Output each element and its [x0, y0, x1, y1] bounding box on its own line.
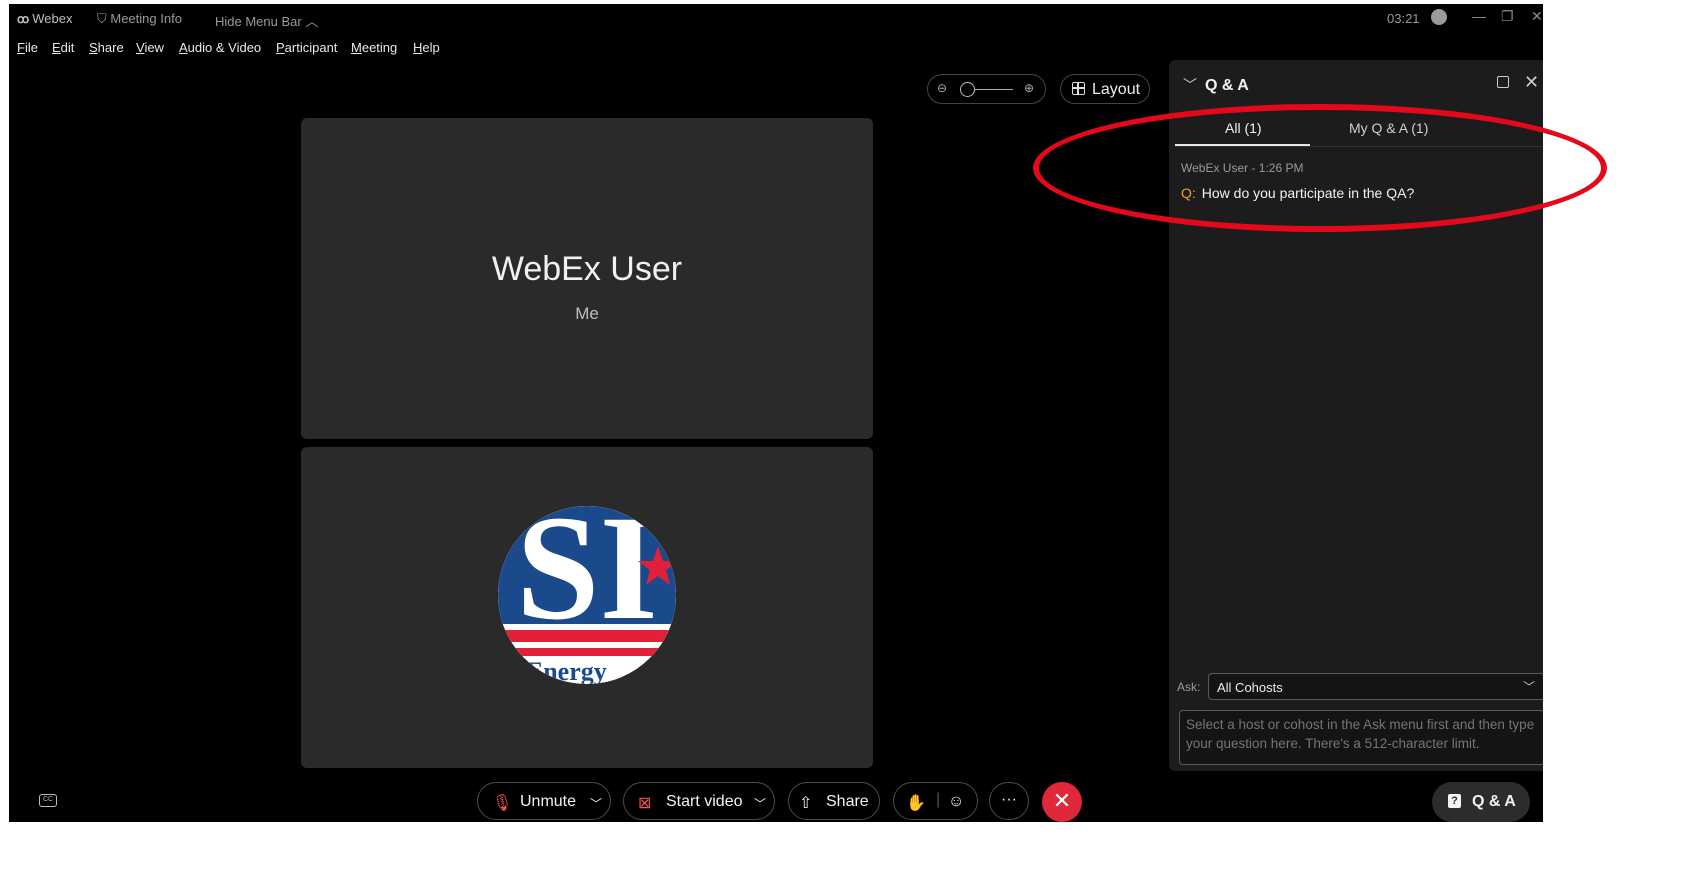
title-bar: ꝏ Webex ⛉ Meeting Info Hide Menu Bar ︿ 03… [9, 4, 1543, 32]
qa-toggle-label: Q & A [1472, 793, 1516, 810]
divider: | [936, 791, 941, 808]
share-icon: ⇧ [799, 795, 813, 812]
layout-button[interactable]: Layout [1060, 74, 1150, 104]
webex-window: ꝏ Webex ⛉ Meeting Info Hide Menu Bar ︿ 03… [9, 4, 1543, 822]
ask-recipient-select[interactable]: All Cohosts ﹀ [1208, 673, 1543, 700]
mic-muted-icon: 🎙 [492, 795, 513, 812]
question-meta: WebEx User - 1:26 PM [1181, 161, 1304, 175]
unmute-label: Unmute [520, 793, 577, 810]
video-tile-participant[interactable]: SI s Energy [301, 447, 873, 768]
end-meeting-button[interactable]: ✕ [1042, 782, 1082, 822]
menu-view[interactable]: View [136, 40, 164, 55]
chevron-down-icon[interactable]: ﹀ [754, 795, 766, 812]
menu-file[interactable]: File [17, 40, 38, 55]
question-input[interactable] [1179, 710, 1543, 765]
unmute-button[interactable]: 🎙 Unmute ﹀ [477, 782, 611, 820]
tab-my-qa[interactable]: My Q & A (1) [1349, 120, 1428, 136]
menu-participant[interactable]: Participant [276, 40, 337, 55]
pop-out-icon[interactable] [1497, 76, 1509, 88]
participant-name: WebEx User [491, 250, 683, 288]
raise-hand-icon[interactable]: ✋ [906, 793, 926, 813]
layout-label: Layout [1092, 81, 1141, 98]
share-label: Share [826, 793, 869, 810]
chevron-down-icon[interactable]: ﹀ [590, 795, 602, 812]
clock: 03:21 [1387, 11, 1420, 26]
minimize-icon[interactable]: — [1472, 8, 1486, 24]
company-logo: SI s Energy [498, 506, 676, 684]
layout-grid-icon [1072, 82, 1085, 95]
tab-divider [1175, 146, 1543, 147]
question-text: How do you participate in the QA? [1201, 185, 1415, 201]
hide-menu-bar-button[interactable]: Hide Menu Bar ︿ [215, 11, 318, 30]
share-button[interactable]: ⇧ Share [788, 782, 880, 820]
question-icon: ? [1448, 794, 1461, 808]
closed-captions-icon[interactable]: CC [39, 794, 57, 807]
qa-panel: ﹀ Q & A ✕ All (1) My Q & A (1) WebEx Use… [1169, 60, 1543, 771]
close-window-icon[interactable]: ✕ [1531, 8, 1543, 25]
question-item[interactable]: Q: How do you participate in the QA? [1181, 185, 1414, 201]
svg-text:SI: SI [516, 506, 658, 651]
more-options-button[interactable]: ··· [989, 782, 1029, 820]
chevron-down-icon: ﹀ [1522, 680, 1535, 694]
zoom-knob[interactable] [960, 82, 975, 97]
emoji-icon[interactable]: ☺ [948, 793, 964, 811]
zoom-out-icon[interactable]: ⊖ [937, 81, 947, 95]
avatar-text: s Energy [509, 657, 607, 684]
webex-logo: ꝏ Webex [17, 11, 72, 26]
shield-icon: ⛉ [97, 11, 111, 26]
reactions-group: ✋ | ☺ [893, 782, 978, 820]
menu-help[interactable]: Help [413, 40, 440, 55]
signal-icon[interactable] [1431, 9, 1447, 25]
zoom-slider[interactable]: ⊖ ⊕ [927, 74, 1046, 104]
collapse-chevron-icon[interactable]: ﹀ [1183, 75, 1197, 95]
start-video-label: Start video [666, 793, 743, 810]
tab-all[interactable]: All (1) [1225, 120, 1262, 136]
video-off-icon: ⊠ [638, 795, 652, 812]
active-tab-indicator [1175, 144, 1310, 146]
zoom-in-icon[interactable]: ⊕ [1024, 81, 1034, 95]
menu-edit[interactable]: Edit [52, 40, 74, 55]
meeting-info-button[interactable]: ⛉ Meeting Info [97, 11, 182, 27]
webex-logo-icon: ꝏ [17, 12, 29, 26]
ask-label: Ask: [1177, 680, 1201, 694]
menu-meeting[interactable]: Meeting [351, 40, 397, 55]
qa-panel-title: Q & A [1205, 77, 1249, 94]
ask-selected-value: All Cohosts [1217, 680, 1283, 695]
participant-sub-label: Me [575, 304, 599, 323]
meeting-info-label: Meeting Info [110, 11, 182, 26]
avatar: SI s Energy [498, 506, 676, 684]
menu-share[interactable]: Share [89, 40, 124, 55]
restore-icon[interactable]: ❐ [1501, 8, 1514, 25]
close-icon[interactable]: ✕ [1524, 72, 1539, 93]
question-prefix: Q: [1181, 185, 1196, 201]
more-icon: ··· [1001, 791, 1017, 808]
app-name: Webex [32, 11, 73, 26]
video-tile-self[interactable]: WebEx User Me [301, 118, 873, 439]
chevron-up-icon: ︿ [305, 14, 319, 29]
qa-toggle-button[interactable]: ? Q & A [1432, 782, 1530, 822]
close-icon: ✕ [1052, 788, 1072, 813]
start-video-button[interactable]: ⊠ Start video ﹀ [623, 782, 775, 820]
hide-menu-bar-label: Hide Menu Bar [215, 14, 302, 29]
zoom-track [973, 89, 1013, 90]
menu-audio-video[interactable]: Audio & Video [179, 40, 261, 55]
